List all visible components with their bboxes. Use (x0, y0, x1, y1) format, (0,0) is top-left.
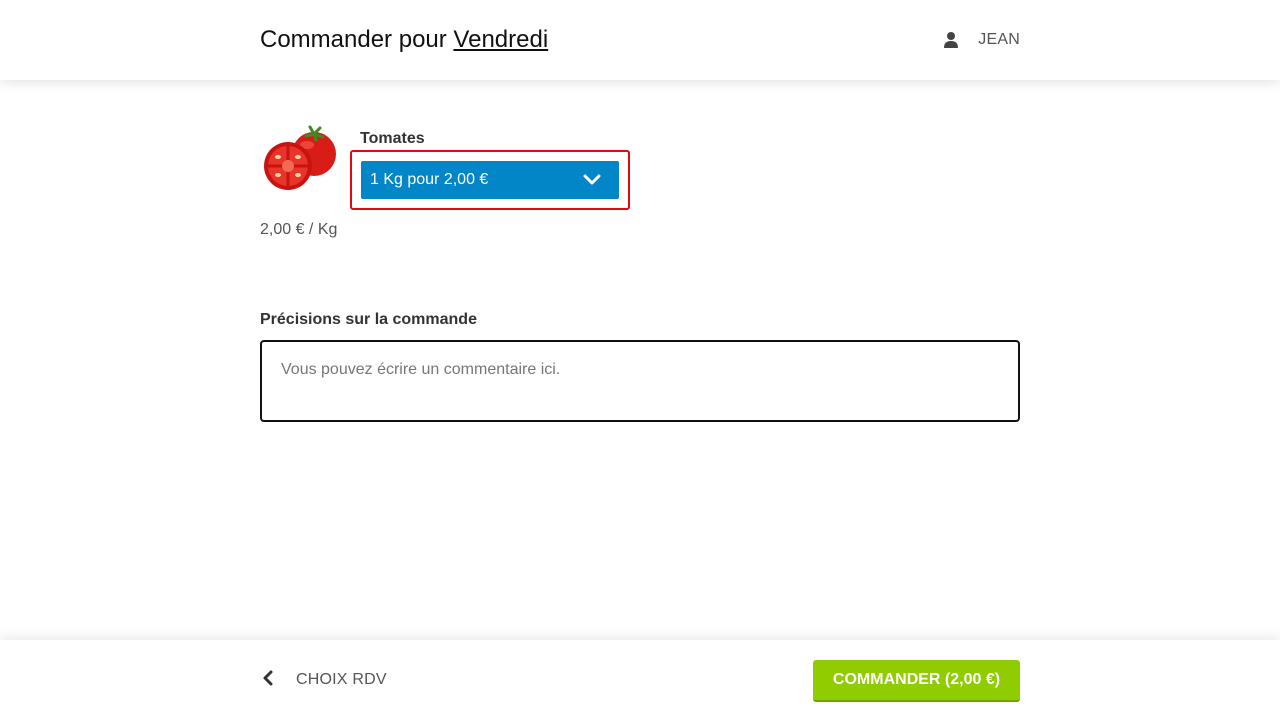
header: Commander pour Vendredi JEAN (0, 0, 1280, 80)
page-title: Commander pour Vendredi (260, 25, 548, 55)
chevron-left-icon (260, 670, 276, 691)
user-icon (944, 32, 959, 48)
user-name: JEAN (978, 31, 1020, 48)
quantity-select-value: 1 Kg pour 2,00 € (370, 171, 489, 188)
back-button[interactable]: CHOIX RDV (260, 668, 387, 692)
order-notes-label: Précisions sur la commande (260, 311, 477, 328)
order-notes-input[interactable] (260, 340, 1020, 422)
footer: CHOIX RDV COMMANDER (2,00 €) (0, 640, 1280, 720)
unit-price: 2,00 € / Kg (260, 221, 338, 238)
quantity-select[interactable]: 1 Kg pour 2,00 € (361, 161, 619, 199)
tomato-image (260, 124, 342, 196)
page-title-prefix: Commander pour (260, 26, 447, 53)
delivery-day-link[interactable]: Vendredi (453, 26, 548, 53)
product-name: Tomates (360, 130, 425, 147)
user-menu[interactable]: JEAN (944, 28, 1020, 52)
back-button-label: CHOIX RDV (296, 671, 387, 688)
chevron-down-icon (583, 173, 601, 192)
order-button[interactable]: COMMANDER (2,00 €) (813, 660, 1020, 702)
